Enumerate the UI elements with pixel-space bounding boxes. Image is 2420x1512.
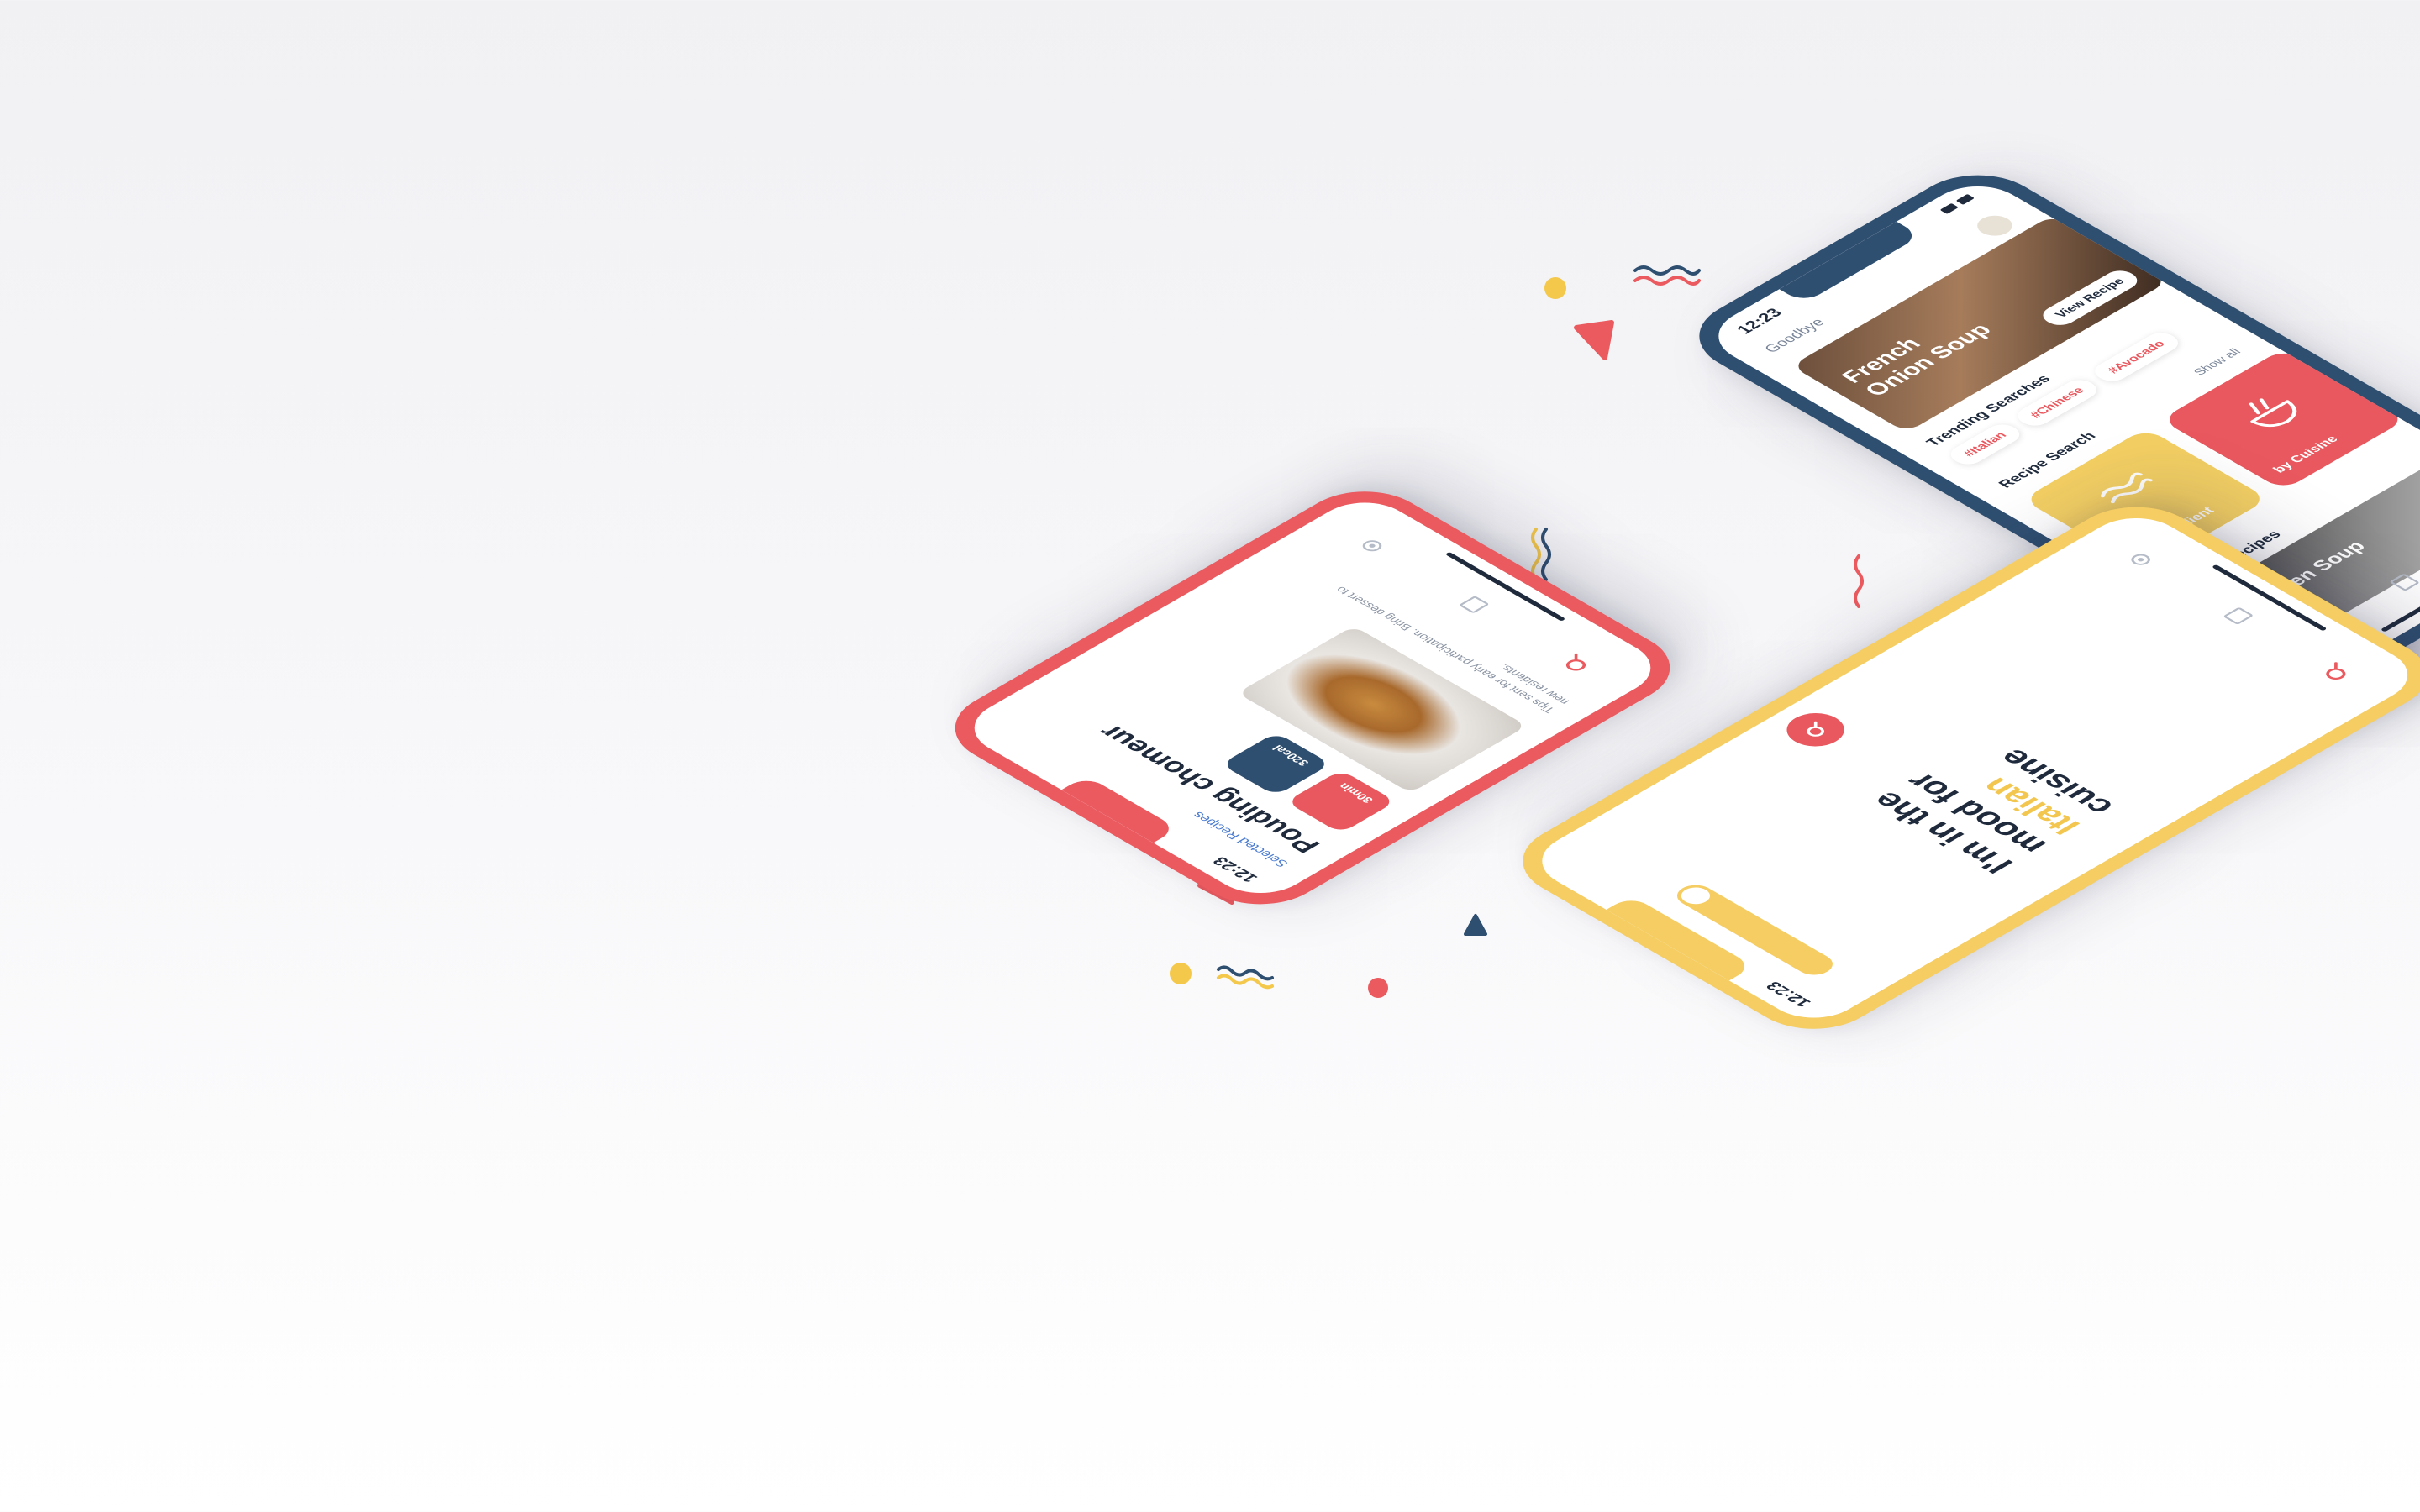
mood-search-button[interactable] [1775, 706, 1856, 753]
confetti-triangle-red [1573, 319, 1615, 365]
tab-settings[interactable] [1350, 533, 1394, 559]
bowl-icon [2249, 398, 2297, 428]
status-time: 12:23 [1762, 979, 1816, 1010]
scene: 12:23 Goodbye French Onion Soup View Rec… [0, 0, 2420, 1512]
book-icon [2223, 607, 2253, 625]
tab-search[interactable] [2314, 659, 2358, 685]
book-icon [1460, 596, 1489, 613]
status-time: 12:23 [1733, 306, 1786, 337]
gear-icon [2131, 554, 2151, 565]
gear-icon [1362, 540, 1382, 552]
confetti-wave-left [1217, 963, 1274, 995]
wave-icon [2100, 472, 2153, 504]
search-icon [2325, 662, 2346, 680]
confetti-dot-yellow-left [1170, 963, 1192, 984]
search-icon [1566, 653, 1586, 671]
confetti-wave [1634, 262, 1701, 291]
confetti-dot-red [1368, 978, 1388, 998]
confetti-wave-red [1845, 554, 1874, 619]
show-all-link[interactable]: Show all [2191, 347, 2244, 378]
tab-book[interactable] [2383, 570, 2420, 595]
tab-settings[interactable] [2119, 547, 2163, 572]
tab-book[interactable] [2217, 603, 2260, 628]
mode-toggle[interactable] [1669, 880, 1841, 979]
trending-chip[interactable]: #Avocado [2088, 329, 2185, 386]
phone-notch [1779, 221, 1922, 304]
status-icons [1939, 193, 1975, 214]
tab-search[interactable] [1555, 651, 1598, 676]
status-time: 12:23 [1208, 853, 1263, 885]
featured-recipe-title: French Onion Soup [1835, 320, 1997, 400]
view-recipe-button[interactable]: View Recipe [2036, 266, 2144, 329]
book-icon [2390, 574, 2419, 591]
confetti-triangle-blue [1462, 912, 1489, 943]
confetti-dot-yellow [1544, 277, 1566, 299]
toggle-knob [1675, 884, 1717, 908]
tile-label: by Cuisine [2270, 433, 2342, 475]
tab-book[interactable] [1452, 592, 1496, 617]
search-icon [1807, 721, 1825, 737]
mood-prompt: I'm in the mood for Italian cuisine [1863, 728, 2123, 878]
phone-notch [1061, 775, 1178, 843]
mood-screen: 12:23 I'm in the mood for Italian cuisin… [1522, 506, 2420, 1030]
featured-recipe-card[interactable]: French Onion Soup View Recipe [1791, 214, 2169, 433]
